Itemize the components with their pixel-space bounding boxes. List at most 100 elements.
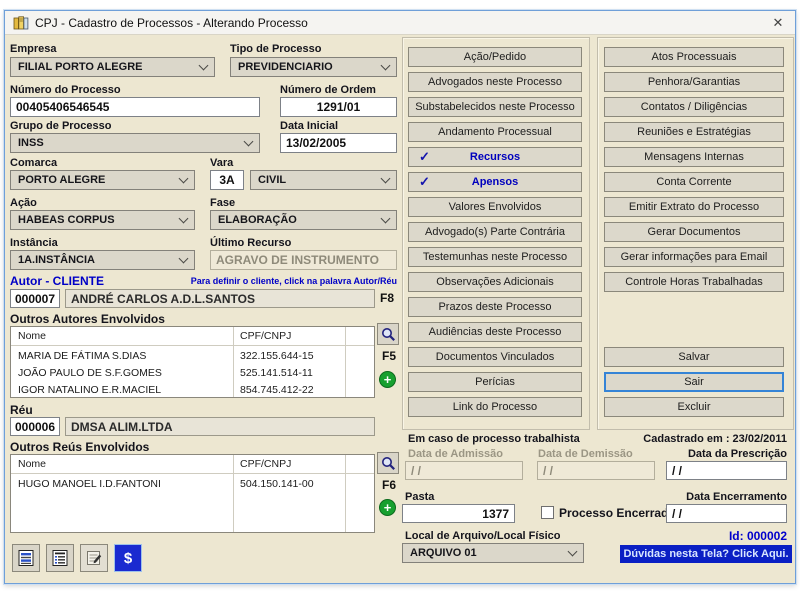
cadastrado-em-label: Cadastrado em : 23/02/2011 — [565, 433, 787, 445]
record-id-label: Id: 000002 — [605, 529, 787, 543]
table-row[interactable]: HUGO MANOEL I.D.FANTONI 504.150.141-00 — [11, 475, 374, 493]
valores-button[interactable]: Valores Envolvidos — [408, 197, 582, 217]
chevron-down-icon — [199, 61, 209, 71]
pericias-button[interactable]: Perícias — [408, 372, 582, 392]
gerar-documentos-button[interactable]: Gerar Documentos — [604, 222, 784, 242]
list-report-button[interactable] — [46, 544, 74, 572]
processo-encerrado-checkbox[interactable] — [541, 506, 554, 519]
substabelecidos-button[interactable]: Substabelecidos neste Processo — [408, 97, 582, 117]
reu-link[interactable]: Réu — [10, 403, 33, 417]
ultimo-recurso-label: Último Recurso — [210, 237, 291, 249]
numero-ordem-label: Número de Ordem — [280, 84, 376, 96]
reu-name-field: DMSA ALIM.LTDA — [65, 417, 375, 436]
form-area: Empresa FILIAL PORTO ALEGRE Tipo de Proc… — [5, 35, 795, 583]
autor-fkey: F8 — [380, 291, 394, 305]
empresa-label: Empresa — [10, 43, 56, 55]
outros-autores-table[interactable]: Nome CPF/CNPJ MARIA DE FÁTIMA S.DIAS 322… — [10, 326, 375, 398]
outros-autores-label: Outros Autores Envolvidos — [10, 312, 165, 326]
observacoes-button[interactable]: Observações Adicionais — [408, 272, 582, 292]
add-reu-button[interactable]: + — [379, 499, 396, 516]
documentos-vinculados-button[interactable]: Documentos Vinculados — [408, 347, 582, 367]
chevron-down-icon — [179, 254, 189, 264]
reunioes-estrategias-button[interactable]: Reuniões e Estratégias — [604, 122, 784, 142]
mensagens-internas-button[interactable]: Mensagens Internas — [604, 147, 784, 167]
emitir-extrato-button[interactable]: Emitir Extrato do Processo — [604, 197, 784, 217]
acao-select[interactable]: HABEAS CORPUS — [10, 210, 195, 230]
chevron-down-icon — [179, 174, 189, 184]
financial-button[interactable]: $ — [114, 544, 142, 572]
table-header: Nome CPF/CNPJ — [11, 455, 374, 473]
vara-select[interactable]: CIVIL — [250, 170, 397, 190]
add-autor-button[interactable]: + — [379, 371, 396, 388]
data-encerramento-label: Data Encerramento — [605, 491, 787, 503]
app-window: CPJ - Cadastro de Processos - Alterando … — [4, 10, 796, 584]
comarca-select[interactable]: PORTO ALEGRE — [10, 170, 195, 190]
numero-ordem-input[interactable]: 1291/01 — [280, 97, 397, 117]
reu-code-input[interactable]: 000006 — [10, 417, 60, 436]
contatos-diligencias-button[interactable]: Contatos / Diligências — [604, 97, 784, 117]
trabalhista-label: Em caso de processo trabalhista — [408, 433, 580, 445]
chevron-down-icon — [381, 174, 391, 184]
sair-button[interactable]: Sair — [604, 372, 784, 392]
chevron-down-icon — [568, 547, 578, 557]
salvar-button[interactable]: Salvar — [604, 347, 784, 367]
pasta-input[interactable]: 1377 — [402, 504, 515, 523]
help-banner[interactable]: Dúvidas nesta Tela? Click Aqui. — [620, 545, 792, 563]
gerar-informacoes-email-button[interactable]: Gerar informações para Email — [604, 247, 784, 267]
audiencias-button[interactable]: Audiências deste Processo — [408, 322, 582, 342]
andamento-button[interactable]: Andamento Processual — [408, 122, 582, 142]
tipo-select[interactable]: PREVIDENCIARIO — [230, 57, 397, 77]
chevron-down-icon — [179, 214, 189, 224]
ultimo-recurso-field: AGRAVO DE INSTRUMENTO — [210, 250, 397, 270]
chevron-down-icon — [381, 214, 391, 224]
prazos-button[interactable]: Prazos deste Processo — [408, 297, 582, 317]
grupo-select[interactable]: INSS — [10, 133, 260, 153]
testemunhas-button[interactable]: Testemunhas neste Processo — [408, 247, 582, 267]
empresa-select[interactable]: FILIAL PORTO ALEGRE — [10, 57, 215, 77]
controle-horas-button[interactable]: Controle Horas Trabalhadas — [604, 272, 784, 292]
window-title: CPJ - Cadastro de Processos - Alterando … — [35, 16, 308, 30]
vara-numero-input[interactable]: 3A — [210, 170, 244, 190]
title-bar: CPJ - Cadastro de Processos - Alterando … — [5, 11, 795, 35]
recursos-button[interactable]: ✓ Recursos — [408, 147, 582, 167]
table-header: Nome CPF/CNPJ — [11, 327, 374, 345]
apensos-button[interactable]: ✓ Apensos — [408, 172, 582, 192]
check-icon: ✓ — [419, 149, 430, 165]
numero-processo-label: Número do Processo — [10, 84, 121, 96]
data-inicial-input[interactable]: 13/02/2005 — [280, 133, 397, 153]
outros-reus-table[interactable]: Nome CPF/CNPJ HUGO MANOEL I.D.FANTONI 50… — [10, 454, 375, 533]
advogados-button[interactable]: Advogados neste Processo — [408, 72, 582, 92]
conta-corrente-button[interactable]: Conta Corrente — [604, 172, 784, 192]
search-autores-button[interactable] — [377, 323, 399, 345]
excluir-button[interactable]: Excluir — [604, 397, 784, 417]
search-icon — [381, 327, 396, 342]
autor-hint: Para definir o cliente, click na palavra… — [191, 276, 397, 286]
table-row[interactable]: JOÃO PAULO DE S.F.GOMES 525.141.514-11 — [11, 364, 374, 382]
data-prescricao-input[interactable]: / / — [666, 461, 787, 480]
table-row[interactable]: IGOR NATALINO E.R.MACIEL 854.745.412-22 — [11, 381, 374, 398]
penhora-garantias-button[interactable]: Penhora/Garantias — [604, 72, 784, 92]
search-reus-button[interactable] — [377, 452, 399, 474]
fase-select[interactable]: ELABORAÇÃO — [210, 210, 397, 230]
edit-form-icon — [85, 549, 103, 567]
advogado-parte-contraria-button[interactable]: Advogado(s) Parte Contrária — [408, 222, 582, 242]
numero-processo-input[interactable]: 00405406546545 — [10, 97, 260, 117]
close-icon[interactable]: ✕ — [761, 11, 795, 34]
edit-form-button[interactable] — [80, 544, 108, 572]
report-card-icon — [17, 549, 35, 567]
autor-cliente-link[interactable]: Autor - CLIENTE — [10, 274, 104, 288]
table-row[interactable]: MARIA DE FÁTIMA S.DIAS 322.155.644-15 — [11, 347, 374, 365]
autor-code-input[interactable]: 000007 — [10, 289, 60, 308]
instancia-select[interactable]: 1A.INSTÂNCIA — [10, 250, 195, 270]
atos-processuais-button[interactable]: Atos Processuais — [604, 47, 784, 67]
outros-reus-label: Outros Reús Envolvidos — [10, 440, 149, 454]
report-card-button[interactable] — [12, 544, 40, 572]
acao-pedido-button[interactable]: Ação/Pedido — [408, 47, 582, 67]
instancia-label: Instância — [10, 237, 58, 249]
vara-label: Vara — [210, 157, 233, 169]
local-arquivo-select[interactable]: ARQUIVO 01 — [402, 543, 584, 563]
data-admissao-label: Data de Admissão — [408, 448, 503, 460]
link-processo-button[interactable]: Link do Processo — [408, 397, 582, 417]
search-icon — [381, 456, 396, 471]
data-encerramento-input[interactable]: / / — [666, 504, 787, 523]
